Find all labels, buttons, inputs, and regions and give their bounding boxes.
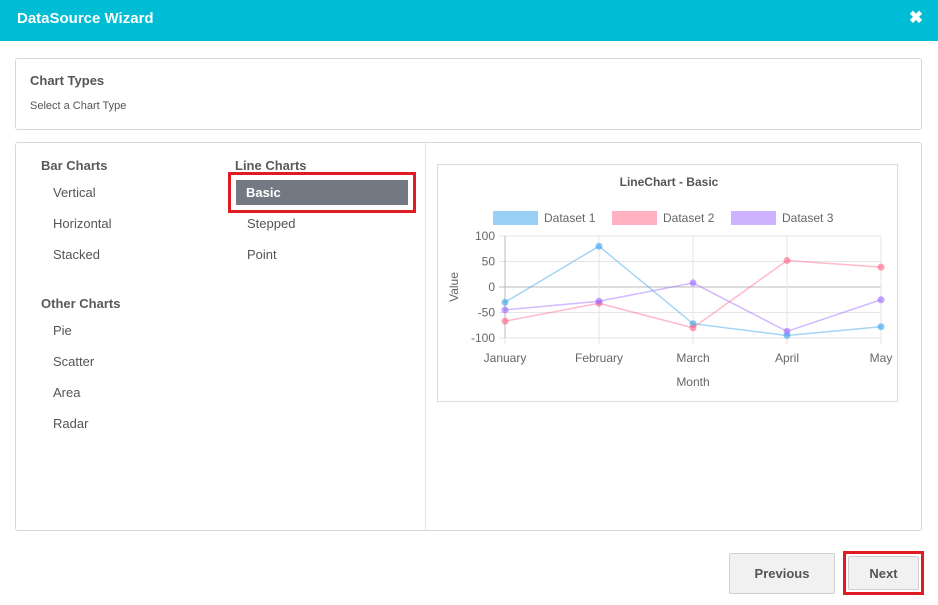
data-point	[595, 297, 603, 305]
x-tick-label: May	[870, 351, 893, 365]
chart-type-vertical[interactable]: Vertical	[53, 185, 96, 200]
data-point	[595, 242, 603, 250]
data-point	[877, 263, 885, 271]
data-point	[501, 306, 509, 314]
panel-divider	[425, 143, 426, 530]
legend-swatch-2	[612, 211, 657, 225]
legend-swatch-1	[493, 211, 538, 225]
chart-selection-panel: Bar Charts Vertical Horizontal Stacked O…	[15, 142, 922, 531]
data-point	[501, 298, 509, 306]
data-point	[501, 317, 509, 325]
chart-type-basic[interactable]: Basic	[236, 180, 408, 205]
next-button[interactable]: Next	[848, 556, 919, 590]
x-tick-label: April	[775, 351, 799, 365]
chart-type-point[interactable]: Point	[247, 247, 277, 262]
line-chart-svg: LineChart - Basic Dataset 1 Dataset 2 Datas…	[447, 175, 893, 389]
chart-preview: LineChart - Basic Dataset 1 Dataset 2 Datas…	[437, 164, 898, 402]
chart-type-pie[interactable]: Pie	[53, 323, 72, 338]
panel-subtitle: Select a Chart Type	[30, 100, 127, 112]
y-tick-label: 0	[488, 280, 495, 294]
previous-button[interactable]: Previous	[729, 553, 835, 594]
y-tick-label: -100	[471, 331, 495, 345]
panel-title: Chart Types	[30, 73, 105, 88]
data-point	[689, 324, 697, 332]
data-point	[783, 327, 791, 335]
data-point	[877, 296, 885, 304]
chart-type-stepped[interactable]: Stepped	[247, 216, 295, 231]
legend-label-1: Dataset 1	[544, 211, 596, 225]
chart-type-stacked[interactable]: Stacked	[53, 247, 100, 262]
y-tick-label: 100	[475, 229, 495, 243]
window-title: DataSource Wizard	[17, 10, 154, 27]
group-heading-other-charts: Other Charts	[41, 296, 121, 311]
y-tick-label: -50	[478, 306, 496, 320]
data-point	[877, 323, 885, 331]
chart-types-panel: Chart Types Select a Chart Type	[15, 58, 922, 130]
data-point	[689, 279, 697, 287]
group-heading-bar-charts: Bar Charts	[41, 158, 108, 173]
chart-type-radar[interactable]: Radar	[53, 416, 88, 431]
x-tick-label: March	[676, 351, 709, 365]
group-heading-line-charts: Line Charts	[235, 158, 307, 173]
close-icon[interactable]: ✖	[908, 9, 924, 26]
data-point	[783, 256, 791, 264]
chart-type-area[interactable]: Area	[53, 385, 80, 400]
x-tick-label: February	[575, 351, 623, 365]
y-axis-title: Value	[447, 272, 461, 302]
chart-title: LineChart - Basic	[620, 175, 719, 189]
x-tick-label: January	[484, 351, 527, 365]
y-tick-label: 50	[482, 255, 496, 269]
legend-label-3: Dataset 3	[782, 211, 834, 225]
chart-type-horizontal[interactable]: Horizontal	[53, 216, 112, 231]
x-axis-title: Month	[676, 375, 709, 389]
title-bar: DataSource Wizard ✖	[0, 0, 938, 41]
legend-swatch-3	[731, 211, 776, 225]
chart-type-scatter[interactable]: Scatter	[53, 354, 94, 369]
legend-label-2: Dataset 2	[663, 211, 715, 225]
